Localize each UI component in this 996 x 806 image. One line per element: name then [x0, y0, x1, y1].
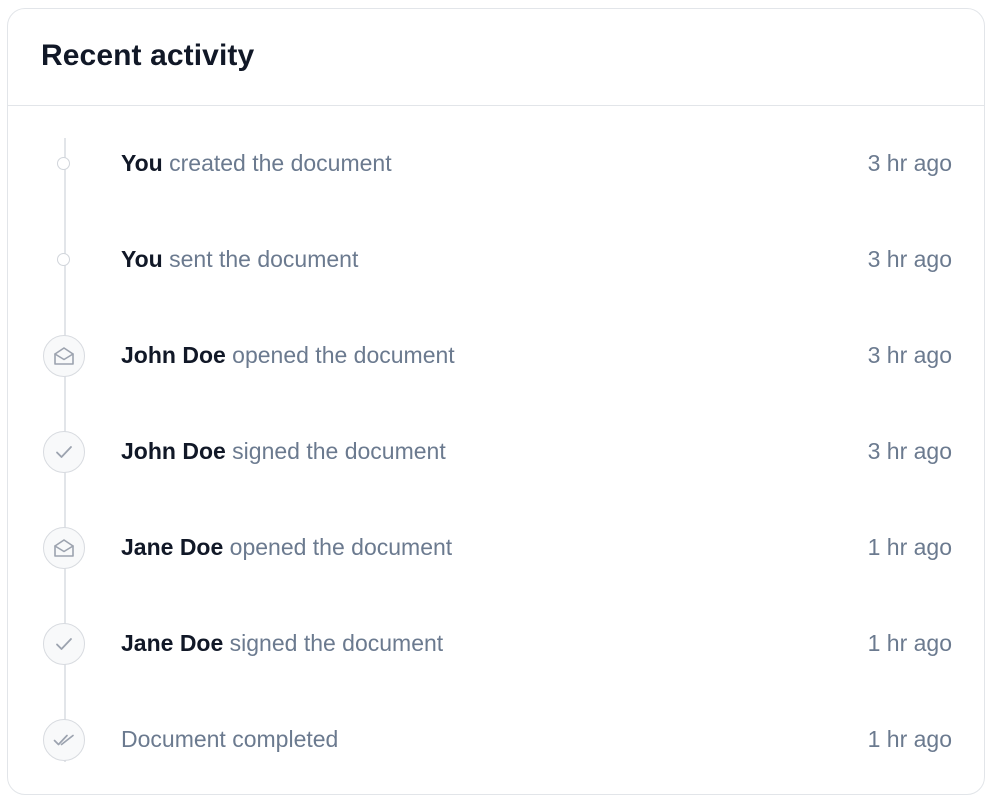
activity-text: John Doe signed the document	[121, 440, 446, 463]
dot-icon	[57, 253, 70, 266]
activity-time: 1 hr ago	[867, 726, 952, 752]
recent-activity-card: Recent activity You created the document…	[7, 8, 985, 795]
check-icon	[43, 623, 85, 665]
envelope-open-icon	[43, 335, 85, 377]
activity-item: Jane Doe opened the document 1 hr ago	[8, 500, 984, 596]
activity-text: You sent the document	[121, 248, 358, 271]
activity-action: opened the document	[229, 534, 453, 560]
activity-time: 3 hr ago	[867, 150, 952, 176]
activity-actor: Jane Doe	[121, 630, 224, 656]
activity-item: You sent the document 3 hr ago	[8, 212, 984, 308]
activity-item: John Doe signed the document 3 hr ago	[8, 404, 984, 500]
activity-time: 3 hr ago	[867, 342, 952, 368]
activity-actor: Jane Doe	[121, 534, 224, 560]
activity-time: 3 hr ago	[867, 246, 952, 272]
activity-text: John Doe opened the document	[121, 344, 455, 367]
activity-item: Document completed 1 hr ago	[8, 692, 984, 788]
card-title: Recent activity	[41, 39, 255, 72]
activity-actor: John Doe	[121, 438, 226, 464]
activity-action: sent the document	[169, 246, 359, 272]
activity-text: Jane Doe opened the document	[121, 536, 452, 559]
activity-action: signed the document	[232, 438, 446, 464]
activity-item: John Doe opened the document 3 hr ago	[8, 308, 984, 404]
activity-time: 3 hr ago	[867, 438, 952, 464]
activity-item: Jane Doe signed the document 1 hr ago	[8, 596, 984, 692]
activity-action: Document completed	[121, 726, 339, 752]
dot-icon	[57, 157, 70, 170]
double-check-icon	[43, 719, 85, 761]
activity-time: 1 hr ago	[867, 534, 952, 560]
activity-item: You created the document 3 hr ago	[8, 116, 984, 212]
card-header: Recent activity	[8, 9, 984, 106]
activity-text: Jane Doe signed the document	[121, 632, 443, 655]
activity-actor: You	[121, 150, 163, 176]
envelope-open-icon	[43, 527, 85, 569]
activity-action: opened the document	[232, 342, 455, 368]
activity-time: 1 hr ago	[867, 630, 952, 656]
activity-actor: John Doe	[121, 342, 226, 368]
activity-action: signed the document	[229, 630, 444, 656]
activity-text: Document completed	[121, 728, 338, 751]
activity-actor: You	[121, 246, 163, 272]
check-icon	[43, 431, 85, 473]
activity-text: You created the document	[121, 152, 392, 175]
activity-action: created the document	[169, 150, 392, 176]
